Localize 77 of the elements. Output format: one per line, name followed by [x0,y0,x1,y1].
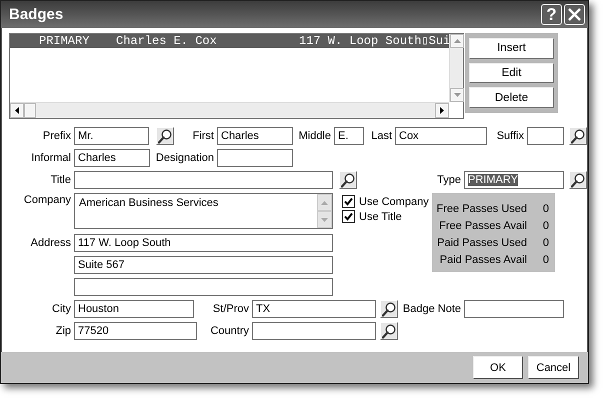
pass-label: Paid Passes Avail [440,253,527,268]
pass-count: 0 [542,237,549,249]
scrollbar[interactable] [449,34,463,102]
field-label: Zip [56,324,71,339]
field-label: Country [210,324,249,339]
checkbox-label: Use Company [359,196,429,208]
delete-button[interactable]: Delete [469,87,554,108]
lookup-button[interactable] [156,127,174,145]
field-label: Prefix [42,129,71,144]
scrollbar[interactable] [10,102,449,118]
search-icon [158,128,172,144]
field-label: Suffix [496,129,524,144]
text-field[interactable]: TX [252,300,376,318]
field-label: St/Prov [212,302,249,317]
checkbox[interactable] [342,195,355,208]
text-field[interactable] [74,278,333,296]
up-arrow-icon [321,200,328,204]
pass-label: Free Passes Avail [439,219,527,234]
search-icon [341,172,355,188]
pass-count: 0 [542,220,549,232]
text-field[interactable]: 77520 [74,322,197,340]
close-button[interactable] [564,4,585,25]
pass-label: Free Passes Used [436,202,527,217]
text-field[interactable]: 117 W. Loop South [74,234,333,252]
search-icon [382,302,396,316]
text-field[interactable] [527,127,564,145]
text-field[interactable]: Houston [74,300,194,318]
field-label: Type [437,173,461,188]
lookup-button[interactable] [380,300,398,318]
text-field[interactable]: Charles [74,149,150,167]
text-field[interactable] [217,149,293,167]
pass-label: Paid Passes Used [437,236,527,251]
text-area[interactable]: American Business Services [74,193,333,229]
down-arrow-icon [454,93,460,97]
lookup-button[interactable] [339,171,357,189]
right-arrow-icon [440,107,444,114]
text-field[interactable] [74,171,333,189]
scroll-thumb[interactable] [24,103,36,118]
help-button[interactable]: ? [541,4,562,25]
text-field[interactable] [252,322,376,340]
text-field[interactable]: Mr. [74,127,149,145]
checkbox[interactable] [342,210,355,223]
field-label: Badge Note [402,302,461,317]
field-label: Designation [156,151,214,166]
scrollbar[interactable] [317,194,332,228]
lookup-button[interactable] [569,127,587,145]
up-arrow-icon [454,39,460,43]
pass-count: 0 [542,203,549,215]
lookup-button[interactable] [569,171,587,189]
field-label: Company [24,193,71,207]
down-arrow-icon [321,218,328,222]
cancel-button[interactable]: Cancel [528,356,579,379]
text-field[interactable]: Charles [217,127,293,145]
text-field[interactable]: PRIMARY [464,171,564,189]
field-label: Middle [298,129,331,144]
checkbox-label: Use Title [359,210,402,222]
left-arrow-icon [15,107,19,114]
search-icon [571,128,585,144]
field-label: City [52,302,71,317]
pass-count: 0 [542,254,549,266]
edit-button[interactable]: Edit [469,62,554,84]
field-label: First [192,129,214,144]
window-title: Badges [9,6,64,23]
field-label: Address [30,236,71,251]
field-label: Last [371,129,392,144]
search-icon [571,172,585,188]
text-field[interactable]: Suite 567 [74,256,333,274]
text-field[interactable]: Cox [395,127,487,145]
close-icon [568,8,581,21]
text-field[interactable] [464,300,564,318]
insert-button[interactable]: Insert [469,38,554,59]
field-label: Title [50,173,71,188]
lookup-button[interactable] [380,322,398,340]
search-icon [382,324,396,338]
ok-button[interactable]: OK [473,356,523,379]
field-label: Informal [31,151,71,166]
text-field[interactable]: E. [334,127,364,145]
